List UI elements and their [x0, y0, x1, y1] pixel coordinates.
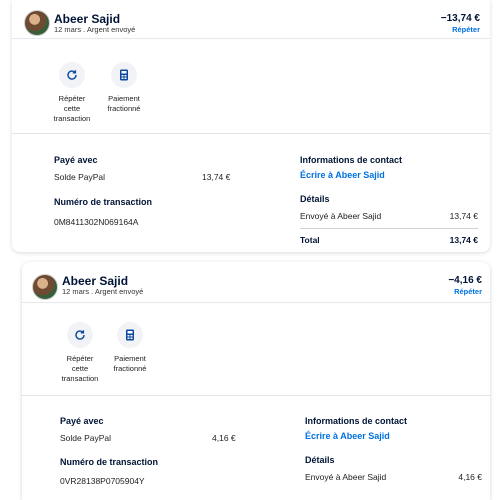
calculator-icon	[111, 62, 137, 88]
transaction-subtitle: 12 mars . Argent envoyé	[62, 287, 144, 296]
contact-info-title: Informations de contact	[300, 155, 403, 165]
transaction-number: 0M8411302N069164A	[54, 217, 139, 227]
section-divider	[22, 395, 490, 396]
details-amount: 4,16 €	[458, 472, 482, 482]
paid-with-source: Solde PayPal	[54, 172, 106, 182]
contact-link[interactable]: Écrire à Abeer Sajid	[305, 431, 390, 441]
refresh-icon	[67, 322, 93, 348]
paid-with-title: Payé avec	[54, 155, 98, 165]
avatar	[24, 10, 50, 36]
repeat-transaction-label: Répéter cette transaction	[53, 94, 91, 123]
transaction-card-1: Abeer Sajid 12 mars . Argent envoyé −13,…	[12, 0, 490, 252]
transaction-subtitle: 12 mars . Argent envoyé	[54, 25, 136, 34]
details-title: Détails	[305, 455, 335, 465]
details-title: Détails	[300, 194, 330, 204]
split-payment-label: Paiement fractionné	[107, 94, 141, 113]
total-amount: 13,74 €	[449, 235, 478, 245]
paid-with-amount: 4,16 €	[212, 433, 236, 443]
repeat-transaction-button[interactable]: Répéter cette transaction	[42, 62, 102, 124]
paid-with-title: Payé avec	[60, 416, 104, 426]
section-divider	[12, 133, 490, 134]
transaction-amount: −13,74 €	[440, 13, 480, 24]
calculator-icon	[117, 322, 143, 348]
details-label: Envoyé à Abeer Sajid	[305, 472, 387, 482]
contact-link[interactable]: Écrire à Abeer Sajid	[300, 170, 385, 180]
paid-with-source: Solde PayPal	[60, 433, 112, 443]
transaction-number-title: Numéro de transaction	[60, 457, 159, 467]
transaction-number-title: Numéro de transaction	[54, 197, 153, 207]
transaction-number: 0VR28138P0705904Y	[60, 476, 145, 486]
repeat-link[interactable]: Répéter	[454, 287, 482, 296]
details-amount: 13,74 €	[449, 211, 478, 221]
transaction-amount: −4,16 €	[448, 275, 482, 286]
recipient-name: Abeer Sajid	[62, 274, 129, 288]
total-label: Total	[300, 235, 320, 245]
transaction-header: Abeer Sajid 12 mars . Argent envoyé −4,1…	[22, 262, 490, 303]
transaction-header: Abeer Sajid 12 mars . Argent envoyé −13,…	[12, 0, 490, 39]
refresh-icon	[59, 62, 85, 88]
transaction-card-2: Abeer Sajid 12 mars . Argent envoyé −4,1…	[22, 262, 490, 500]
split-payment-button[interactable]: Paiement fractionné	[100, 322, 160, 374]
total-divider	[300, 228, 478, 229]
split-payment-button[interactable]: Paiement fractionné	[94, 62, 154, 114]
details-label: Envoyé à Abeer Sajid	[300, 211, 382, 221]
avatar	[32, 274, 58, 300]
split-payment-label: Paiement fractionné	[113, 354, 147, 373]
recipient-name: Abeer Sajid	[54, 12, 121, 26]
paid-with-amount: 13,74 €	[202, 172, 231, 182]
contact-info-title: Informations de contact	[305, 416, 408, 426]
repeat-link[interactable]: Répéter	[452, 25, 480, 34]
